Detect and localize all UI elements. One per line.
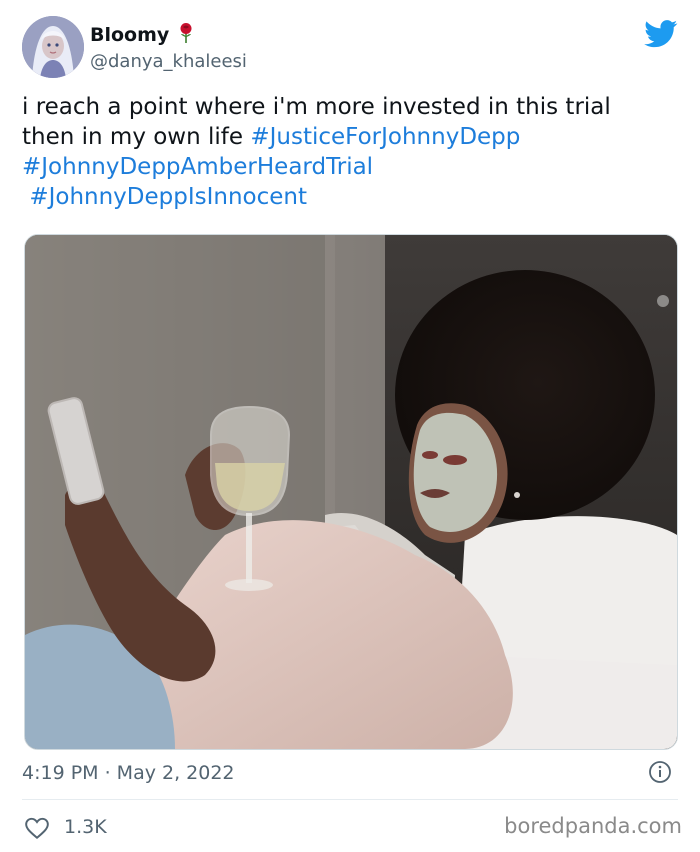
tweet-line-1: i reach a point where i'm more invested … (22, 92, 682, 122)
tweet-footer: 1.3K boredpanda.com (22, 810, 682, 844)
tweet-line-3: #JohnnyDeppAmberHeardTrial (22, 152, 682, 182)
hashtag-johnny-depp-amber-heard-trial[interactable]: #JohnnyDeppAmberHeardTrial (22, 154, 373, 180)
hashtag-justice-for-johnny-depp[interactable]: #JusticeForJohnnyDepp (250, 124, 520, 150)
heart-icon[interactable] (24, 816, 50, 844)
tweet-header: Bloomy @danya_khaleesi (22, 16, 678, 80)
tweet-text: i reach a point where i'm more invested … (22, 92, 682, 212)
tweet-text-plain: then in my own life (22, 124, 251, 150)
timestamp[interactable]: 4:19 PM · May 2, 2022 (22, 762, 235, 784)
handle[interactable]: @danya_khaleesi (90, 50, 247, 74)
like-count: 1.3K (64, 816, 107, 838)
user-info: Bloomy @danya_khaleesi (90, 22, 247, 74)
hashtag-johnny-depp-is-innocent[interactable]: #JohnnyDeppIsInnocent (29, 184, 307, 210)
display-name[interactable]: Bloomy (90, 24, 169, 46)
watermark: boredpanda.com (504, 814, 682, 838)
tweet-text-plain: i reach a point where i'm more invested … (22, 94, 611, 120)
avatar[interactable] (22, 16, 84, 78)
twitter-bird-icon[interactable] (644, 20, 678, 52)
info-icon[interactable] (648, 760, 672, 789)
rose-icon (177, 22, 195, 48)
tweet-line-4: #JohnnyDeppIsInnocent (22, 182, 682, 212)
tweet-line-2: then in my own life #JusticeForJohnnyDep… (22, 122, 682, 152)
divider (22, 799, 678, 800)
tweet-meta: 4:19 PM · May 2, 2022 (22, 760, 678, 788)
photo-illustration (25, 235, 677, 749)
tweet-media-photo[interactable] (24, 234, 678, 750)
